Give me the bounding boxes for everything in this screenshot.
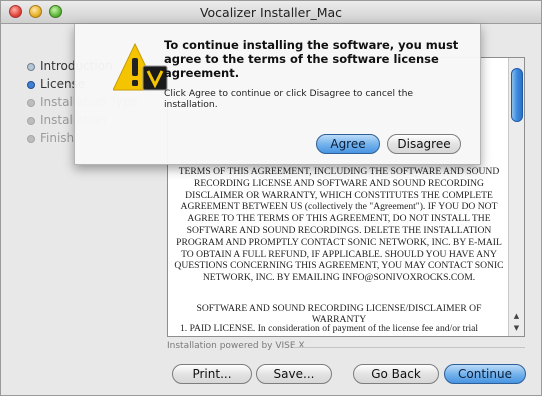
title-bar[interactable]: Vocalizer Installer_Mac <box>1 1 541 24</box>
step-bullet-icon <box>27 63 35 71</box>
disagree-button[interactable]: Disagree <box>387 134 461 154</box>
step-bullet-icon <box>27 117 35 125</box>
agree-button[interactable]: Agree <box>316 134 380 154</box>
step-bullet-icon <box>27 81 35 89</box>
sheet-title: To continue installing the software, you… <box>164 38 459 80</box>
license-agreement-sheet: To continue installing the software, you… <box>74 24 481 165</box>
scroll-up-arrow-icon[interactable]: ▲ <box>511 311 522 322</box>
license-clause: 1. PAID LICENSE. In consideration of pay… <box>180 323 479 334</box>
continue-button[interactable]: Continue <box>444 364 526 384</box>
step-label: Finish <box>40 131 75 145</box>
print-button[interactable]: Print... <box>172 364 252 384</box>
footer-divider <box>293 347 525 348</box>
save-button[interactable]: Save... <box>256 364 332 384</box>
powered-by-label: Installation powered by VISE X <box>167 341 305 351</box>
license-paragraph: TERMS OF THIS AGREEMENT, INCLUDING THE S… <box>174 166 504 284</box>
step-bullet-icon <box>27 135 35 143</box>
go-back-button[interactable]: Go Back <box>353 364 439 384</box>
license-scrollbar[interactable]: ▲ ▼ <box>508 58 524 336</box>
window-title: Vocalizer Installer_Mac <box>199 5 343 20</box>
sheet-message: Click Agree to continue or click Disagre… <box>164 88 414 110</box>
license-section-heading: SOFTWARE AND SOUND RECORDING LICENSE/DIS… <box>196 303 482 325</box>
installer-window: Vocalizer Installer_Mac Introduction Lic… <box>0 0 542 396</box>
step-bullet-icon <box>27 99 35 107</box>
warning-icon <box>113 42 168 91</box>
scroll-down-arrow-icon[interactable]: ▼ <box>511 323 522 334</box>
scrollbar-thumb[interactable] <box>511 68 523 122</box>
